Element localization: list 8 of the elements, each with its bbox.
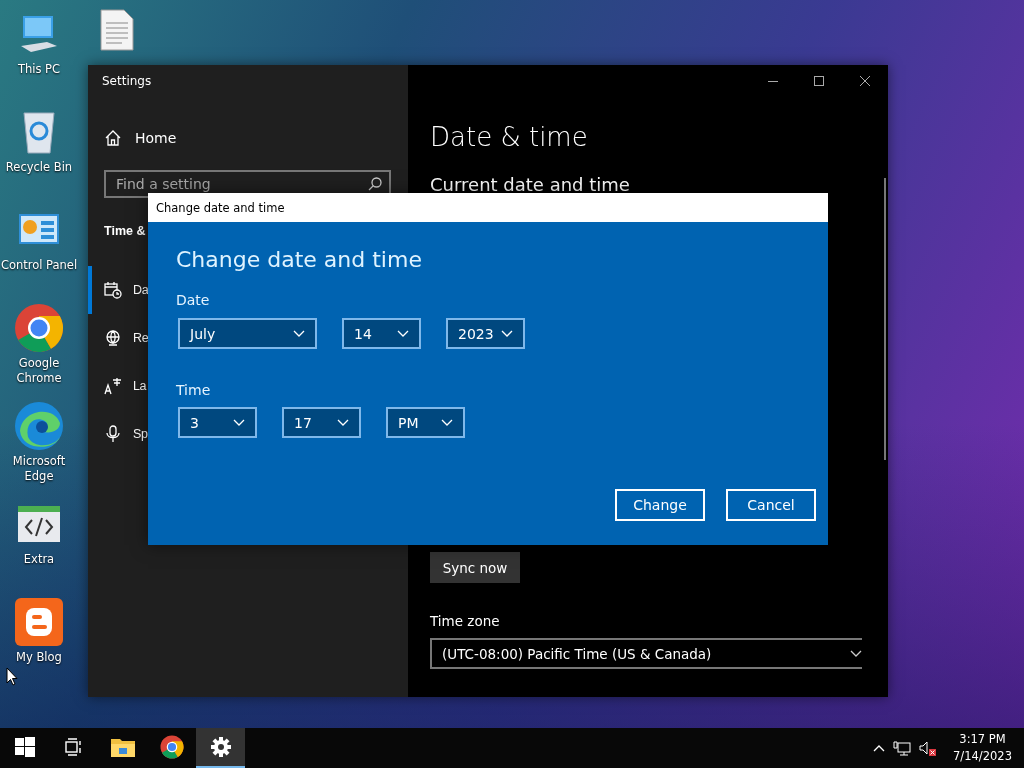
section-heading: Time & [103, 223, 147, 240]
date-label: Date [176, 291, 211, 310]
window-title: Settings [101, 73, 153, 90]
time-zone-label: Time zone [430, 612, 501, 631]
time-label: Time [176, 381, 212, 400]
dialog-heading: Change date and time [176, 246, 423, 274]
dialog-title: Change date and time [148, 193, 828, 222]
page-title: Date & time [430, 121, 589, 154]
